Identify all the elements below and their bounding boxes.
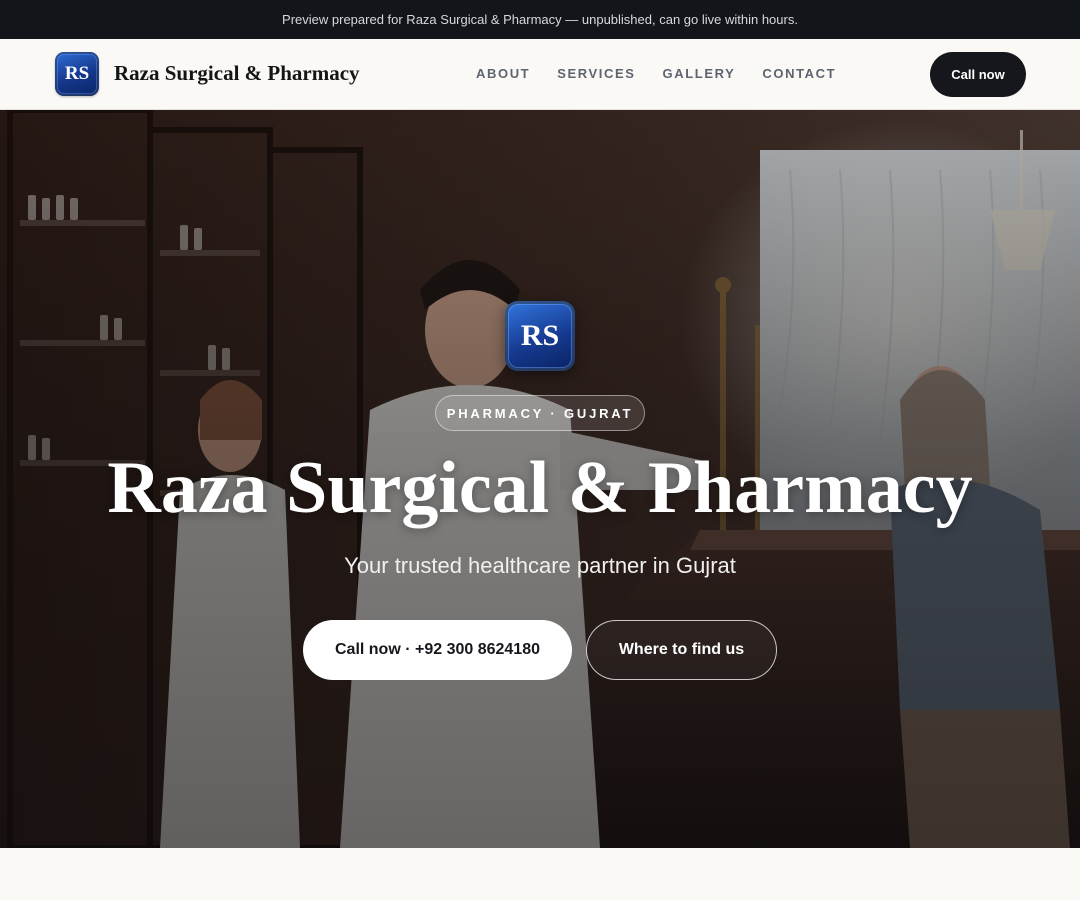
site-header: RS Raza Surgical & Pharmacy ABOUT SERVIC… <box>0 39 1080 110</box>
brand-name[interactable]: Raza Surgical & Pharmacy <box>114 61 360 86</box>
preview-banner-text: Preview prepared for Raza Surgical & Pha… <box>282 12 798 27</box>
logo-icon[interactable]: RS <box>55 52 99 96</box>
hero-logo-icon: RS <box>505 301 575 371</box>
header-call-now-button[interactable]: Call now <box>930 52 1026 97</box>
preview-banner: Preview prepared for Raza Surgical & Pha… <box>0 0 1080 39</box>
nav-link-services[interactable]: SERVICES <box>557 66 635 81</box>
hero-title: Raza Surgical & Pharmacy <box>107 447 973 529</box>
hero-location-button[interactable]: Where to find us <box>586 620 777 680</box>
main-nav: ABOUT SERVICES GALLERY CONTACT <box>476 66 836 81</box>
logo-initials: RS <box>64 63 90 84</box>
hero-subtitle: Your trusted healthcare partner in Gujra… <box>344 553 736 578</box>
nav-link-gallery[interactable]: GALLERY <box>663 66 736 81</box>
hero-section: RS PHARMACY · GUJRAT Raza Surgical & Pha… <box>0 110 1080 848</box>
hero-logo-initials: RS <box>520 319 560 352</box>
next-section <box>0 848 1080 900</box>
hero-category-pill: PHARMACY · GUJRAT <box>435 395 645 431</box>
nav-link-about[interactable]: ABOUT <box>476 66 530 81</box>
nav-link-contact[interactable]: CONTACT <box>762 66 836 81</box>
hero-call-button[interactable]: Call now · +92 300 8624180 <box>303 620 572 680</box>
